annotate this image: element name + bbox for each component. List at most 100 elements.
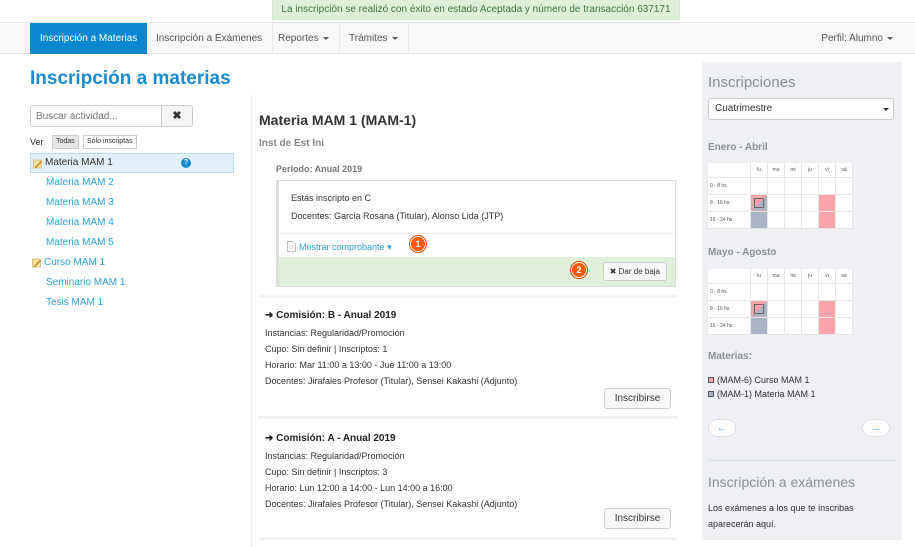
day-header: mi xyxy=(784,163,802,178)
mostrar-comprobante-link[interactable]: Mostrar comprobante ▾ xyxy=(287,241,392,253)
grid-corner xyxy=(707,163,752,178)
activity-label: Materia MAM 1 xyxy=(45,157,113,168)
day-header: sá xyxy=(834,163,854,178)
slot-label: 16 - 24 hs xyxy=(706,210,752,229)
activity-item[interactable]: Materia MAM 5 xyxy=(30,233,234,253)
dar-de-baja-button[interactable]: ✖ Dar de baja xyxy=(602,262,667,281)
activity-item[interactable]: Materia MAM 4 xyxy=(30,213,234,233)
caret-down-icon xyxy=(322,36,329,40)
grid-cell xyxy=(784,176,802,195)
grid-cell xyxy=(834,316,854,335)
legend-swatch xyxy=(708,391,714,397)
overlap-marker xyxy=(754,197,765,208)
grid-cell xyxy=(750,176,769,195)
grid-cell xyxy=(784,316,802,335)
caret-down-icon: ▾ xyxy=(387,242,392,252)
grid-cell xyxy=(801,299,819,318)
activity-item[interactable]: Seminario MAM 1 xyxy=(30,273,234,293)
legend-item: (MAM-6) Curso MAM 1 xyxy=(708,375,810,385)
tab-inscripcion-examenes[interactable]: Inscripción a Exámenes xyxy=(146,23,274,54)
clear-search-button[interactable]: ✖ xyxy=(161,105,193,127)
grid-cell xyxy=(817,282,836,301)
grid-cell xyxy=(767,299,786,318)
tab-inscripcion-materias[interactable]: Inscripción a Materias xyxy=(30,23,148,54)
grid-cell xyxy=(784,210,802,229)
day-header: ju xyxy=(801,269,819,284)
periodo-label: Periodo: Anual 2019 xyxy=(276,164,363,174)
inscribirse-button[interactable]: Inscribirse xyxy=(604,508,671,529)
slot-label: 8 - 16 hs xyxy=(706,193,752,212)
grid-cell xyxy=(834,282,854,301)
filter-solo-inscriptas-button[interactable]: Sólo inscriptas xyxy=(83,135,137,149)
arrow-left-icon: ← xyxy=(716,422,728,434)
success-alert: La inscripción se realizó con éxito en e… xyxy=(272,0,680,20)
tab-label: Trámites xyxy=(349,33,388,44)
slot-label: 0 - 8 hs xyxy=(706,282,752,301)
schedule-grid: lu ma mi ju vi sá 0 - 8 hs 8 - 16 hs 16 … xyxy=(706,269,854,335)
inscribirse-button[interactable]: Inscribirse xyxy=(604,388,671,409)
help-icon[interactable]: ? xyxy=(181,158,191,168)
comision-horario: Horario: Mar 11:00 a 13:00 - Jue 11:00 a… xyxy=(265,360,452,370)
sidebar-title: Inscripciones xyxy=(708,74,796,91)
grid-cell xyxy=(834,299,854,318)
comision-docentes: Docentes: Jirafales Profesor (Titular), … xyxy=(265,376,518,386)
inscripcion-panel: Estás inscripto en C Docentes: Garcia Ro… xyxy=(276,180,676,287)
day-header: lu xyxy=(750,269,769,284)
day-header: mi xyxy=(784,269,802,284)
legend-label: (MAM-6) Curso MAM 1 xyxy=(717,375,810,385)
grid-cell xyxy=(784,193,802,212)
search-input[interactable] xyxy=(30,105,162,127)
dar-de-baja-label: Dar de baja xyxy=(618,267,660,276)
activity-label: Seminario MAM 1 xyxy=(46,277,126,288)
activity-label: Curso MAM 1 xyxy=(44,257,106,268)
step-badge-2: 2 xyxy=(571,262,587,278)
materia-title: Materia MAM 1 (MAM-1) xyxy=(259,112,417,128)
grid-cell-curso xyxy=(817,316,836,335)
section-divider xyxy=(259,416,677,419)
next-arrow-button[interactable]: → xyxy=(862,419,890,437)
comision-title: ➜ Comisión: A - Anual 2019 xyxy=(265,433,396,444)
grid-cell xyxy=(834,210,854,229)
mostrar-label: Mostrar comprobante xyxy=(299,242,385,252)
grid-cell-curso xyxy=(817,210,836,229)
chevron-down-icon xyxy=(883,108,889,111)
grid-cell-curso xyxy=(817,299,836,318)
tab-tramites[interactable]: Trámites xyxy=(339,23,409,54)
filter-todas-button[interactable]: Todas xyxy=(52,135,79,149)
activity-item[interactable]: Materia MAM 1 ? xyxy=(30,153,234,173)
overlap-marker xyxy=(754,303,765,314)
comision-block: ➜ Comisión: B - Anual 2019 Instancias: R… xyxy=(265,310,680,389)
step-badge-1: 1 xyxy=(410,236,426,252)
day-header: ma xyxy=(767,269,786,284)
activity-item[interactable]: Tesis MAM 1 xyxy=(30,293,234,313)
slot-label: 16 - 24 hs xyxy=(706,316,752,335)
materias-heading: Materias: xyxy=(708,351,752,362)
sidebar-divider xyxy=(708,460,896,461)
grid-cell xyxy=(801,282,819,301)
pencil-icon xyxy=(32,258,42,268)
inscripcion-footer: 2 ✖ Dar de baja xyxy=(279,257,675,286)
activity-item[interactable]: Materia MAM 3 xyxy=(30,193,234,213)
page-title: Inscripción a materias xyxy=(30,68,231,89)
comision-title: ➜ Comisión: B - Anual 2019 xyxy=(265,310,397,321)
grid-cell-curso xyxy=(817,193,836,212)
grid-cell xyxy=(784,299,802,318)
comision-block: ➜ Comisión: A - Anual 2019 Instancias: R… xyxy=(265,433,680,512)
activity-item[interactable]: Materia MAM 2 xyxy=(30,173,234,193)
period-heading: Enero - Abril xyxy=(708,142,768,153)
close-icon: ✖ xyxy=(172,110,182,122)
day-header: ju xyxy=(801,163,819,178)
comision-instancias: Instancias: Regularidad/Promoción xyxy=(265,328,405,338)
column-divider xyxy=(251,95,252,547)
grid-cell xyxy=(817,176,836,195)
tab-reportes[interactable]: Reportes xyxy=(268,23,340,54)
inscripcion-docentes: Docentes: Garcia Rosana (Titular), Alons… xyxy=(291,211,504,221)
prev-arrow-button[interactable]: ← xyxy=(708,419,736,437)
activity-item[interactable]: Curso MAM 1 xyxy=(30,253,234,273)
period-select[interactable]: Cuatrimestre xyxy=(708,98,894,120)
grid-cell xyxy=(767,282,786,301)
perfil-menu[interactable]: Perfil: Alumno xyxy=(821,23,893,54)
inscripciones-sidebar: Inscripciones Cuatrimestre Enero - Abril… xyxy=(702,62,902,540)
activity-label: Tesis MAM 1 xyxy=(46,297,104,308)
activity-label: Materia MAM 2 xyxy=(46,177,114,188)
